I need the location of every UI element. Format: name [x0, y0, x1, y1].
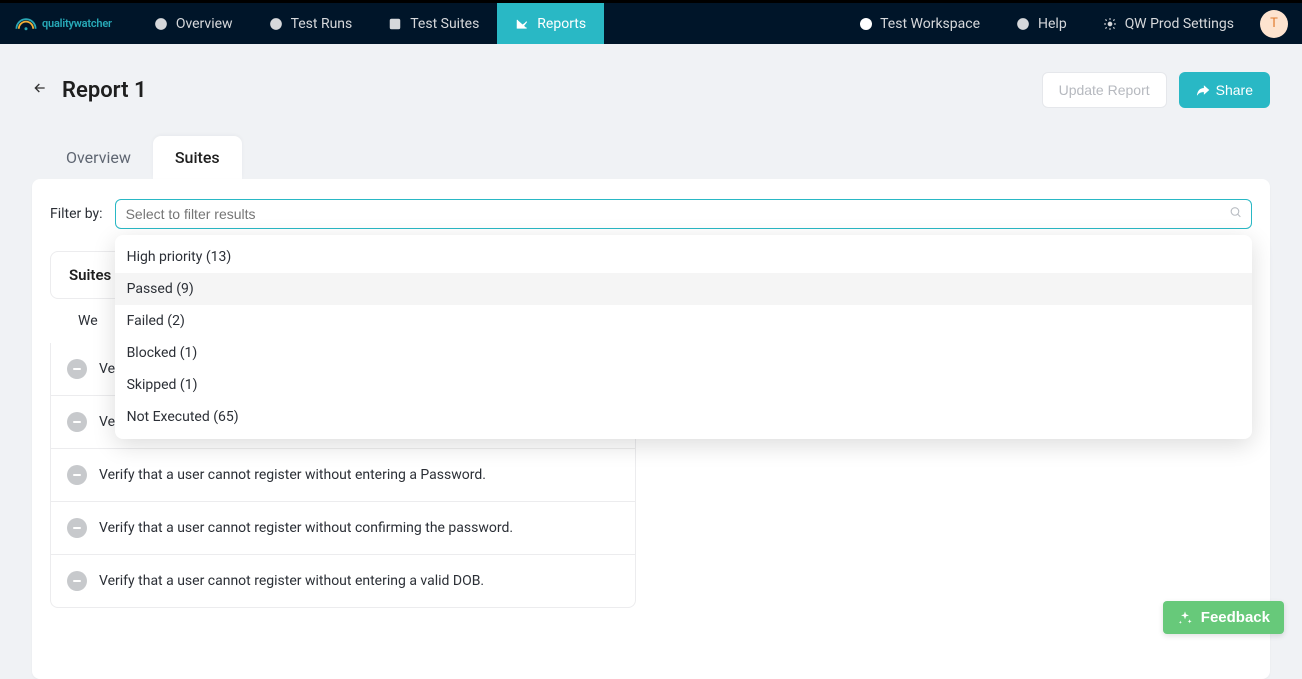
status-not-executed-icon — [67, 359, 87, 379]
filter-label: Filter by: — [50, 206, 103, 222]
nav-settings-label: QW Prod Settings — [1125, 16, 1234, 32]
share-label: Share — [1216, 82, 1253, 98]
status-not-executed-icon — [67, 571, 87, 591]
page-header: Report 1 Update Report Share — [32, 72, 1270, 108]
nav-workspace-label: Test Workspace — [880, 16, 980, 32]
reports-icon — [515, 17, 529, 31]
update-report-button[interactable]: Update Report — [1042, 72, 1167, 108]
case-text: Verify that a user cannot register witho… — [99, 467, 486, 483]
update-report-label: Update Report — [1059, 82, 1150, 98]
search-icon — [1229, 206, 1242, 223]
filter-row: Filter by: High priority (13) Passed (9)… — [46, 199, 1256, 229]
share-button[interactable]: Share — [1179, 72, 1270, 108]
tab-suites[interactable]: Suites — [153, 136, 242, 179]
suites-panel: Filter by: High priority (13) Passed (9)… — [32, 179, 1270, 679]
nav-right: Test Workspace Help QW Prod Settings T — [842, 3, 1302, 44]
tab-overview-label: Overview — [66, 148, 131, 167]
case-row[interactable]: Verify that a user cannot register witho… — [51, 448, 635, 501]
runs-icon — [269, 17, 283, 31]
page-title: Report 1 — [62, 78, 147, 103]
nav-reports-label: Reports — [537, 16, 586, 32]
filter-input[interactable] — [115, 199, 1252, 229]
gear-icon — [1103, 17, 1117, 31]
nav-test-runs-label: Test Runs — [291, 16, 353, 32]
status-not-executed-icon — [67, 518, 87, 538]
workspace-dot-icon — [860, 18, 872, 30]
filter-select[interactable]: High priority (13) Passed (9) Failed (2)… — [115, 199, 1252, 229]
nav-primary: Overview Test Runs Test Suites Reports — [136, 3, 604, 44]
nav-help[interactable]: Help — [998, 16, 1085, 32]
filter-option-passed[interactable]: Passed (9) — [115, 273, 1252, 305]
feedback-label: Feedback — [1201, 609, 1270, 626]
nav-test-suites[interactable]: Test Suites — [370, 3, 497, 44]
nav-settings[interactable]: QW Prod Settings — [1085, 16, 1252, 32]
suites-icon — [388, 17, 402, 31]
pie-icon — [154, 17, 168, 31]
nav-overview-label: Overview — [176, 16, 233, 32]
nav-test-runs[interactable]: Test Runs — [251, 3, 371, 44]
status-not-executed-icon — [67, 412, 87, 432]
filter-dropdown: High priority (13) Passed (9) Failed (2)… — [115, 235, 1252, 439]
nav-reports[interactable]: Reports — [497, 3, 604, 44]
avatar[interactable]: T — [1260, 10, 1288, 38]
header-actions: Update Report Share — [1042, 72, 1270, 108]
nav-help-label: Help — [1038, 16, 1067, 32]
case-row[interactable]: Verify that a user cannot register witho… — [51, 501, 635, 554]
filter-option-blocked[interactable]: Blocked (1) — [115, 337, 1252, 369]
tab-overview[interactable]: Overview — [44, 136, 153, 179]
filter-option-high-priority[interactable]: High priority (13) — [115, 241, 1252, 273]
help-icon — [1016, 17, 1030, 31]
filter-option-not-executed[interactable]: Not Executed (65) — [115, 401, 1252, 433]
logo[interactable]: qualitywatcher — [14, 15, 112, 33]
logo-icon — [14, 15, 38, 33]
case-row[interactable]: Verify that a user cannot register witho… — [51, 554, 635, 607]
share-icon — [1196, 83, 1210, 97]
nav-overview[interactable]: Overview — [136, 3, 251, 44]
filter-option-skipped[interactable]: Skipped (1) — [115, 369, 1252, 401]
avatar-initial: T — [1270, 16, 1278, 31]
logo-text: qualitywatcher — [42, 17, 112, 30]
case-text: Verify that a user cannot register witho… — [99, 520, 513, 536]
sparkle-icon — [1177, 610, 1193, 626]
nav-test-suites-label: Test Suites — [410, 16, 479, 32]
case-text: Verify that a user cannot register witho… — [99, 573, 484, 589]
nav-workspace[interactable]: Test Workspace — [842, 16, 998, 32]
tab-suites-label: Suites — [175, 148, 220, 167]
tabs: Overview Suites — [32, 136, 1270, 179]
status-not-executed-icon — [67, 465, 87, 485]
page-body: Report 1 Update Report Share Overview Su… — [0, 44, 1302, 679]
back-arrow-icon[interactable] — [32, 80, 48, 101]
feedback-button[interactable]: Feedback — [1163, 601, 1284, 634]
filter-option-failed[interactable]: Failed (2) — [115, 305, 1252, 337]
top-navbar: qualitywatcher Overview Test Runs Test S… — [0, 0, 1302, 44]
